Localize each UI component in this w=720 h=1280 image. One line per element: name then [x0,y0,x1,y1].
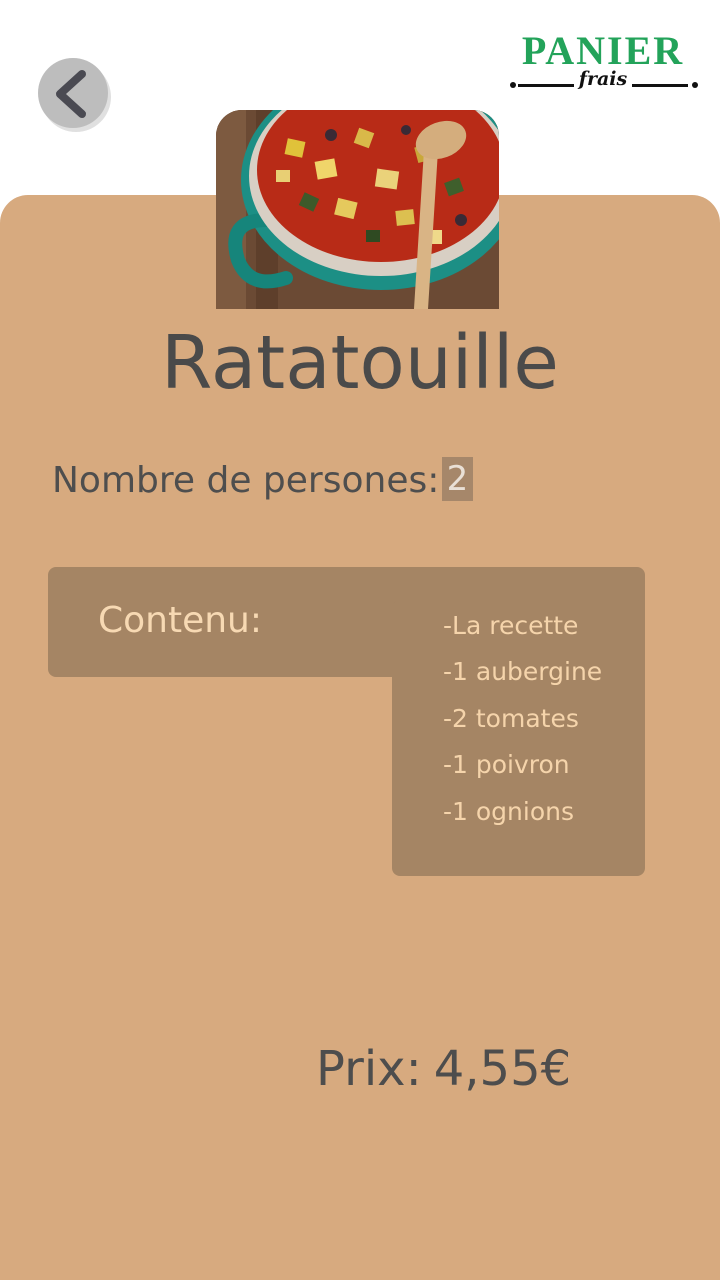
logo-subtitle: frais [578,68,628,90]
recipe-image [216,110,499,309]
back-button[interactable] [38,58,108,128]
price: Prix: 4,55€ [316,1038,571,1100]
logo-word: PANIER [521,28,685,73]
contents-item: -1 poivron [443,750,570,779]
price-value: 4,55€ [433,1041,572,1097]
brand-logo: PANIER frais [508,30,698,100]
price-label: Prix: [316,1041,422,1097]
contents-item: -2 tomates [443,704,579,733]
recipe-title: Ratatouille [161,320,559,406]
contents-label: Contenu: [98,600,263,641]
persons-count-field[interactable]: 2 [442,457,473,501]
chevron-left-icon [56,70,86,118]
contents-item: -La recette [443,611,579,640]
contents-item: -1 aubergine [443,657,603,686]
contents-item: -1 ognions [443,797,574,826]
persons-label: Nombre de persones: [52,460,440,501]
